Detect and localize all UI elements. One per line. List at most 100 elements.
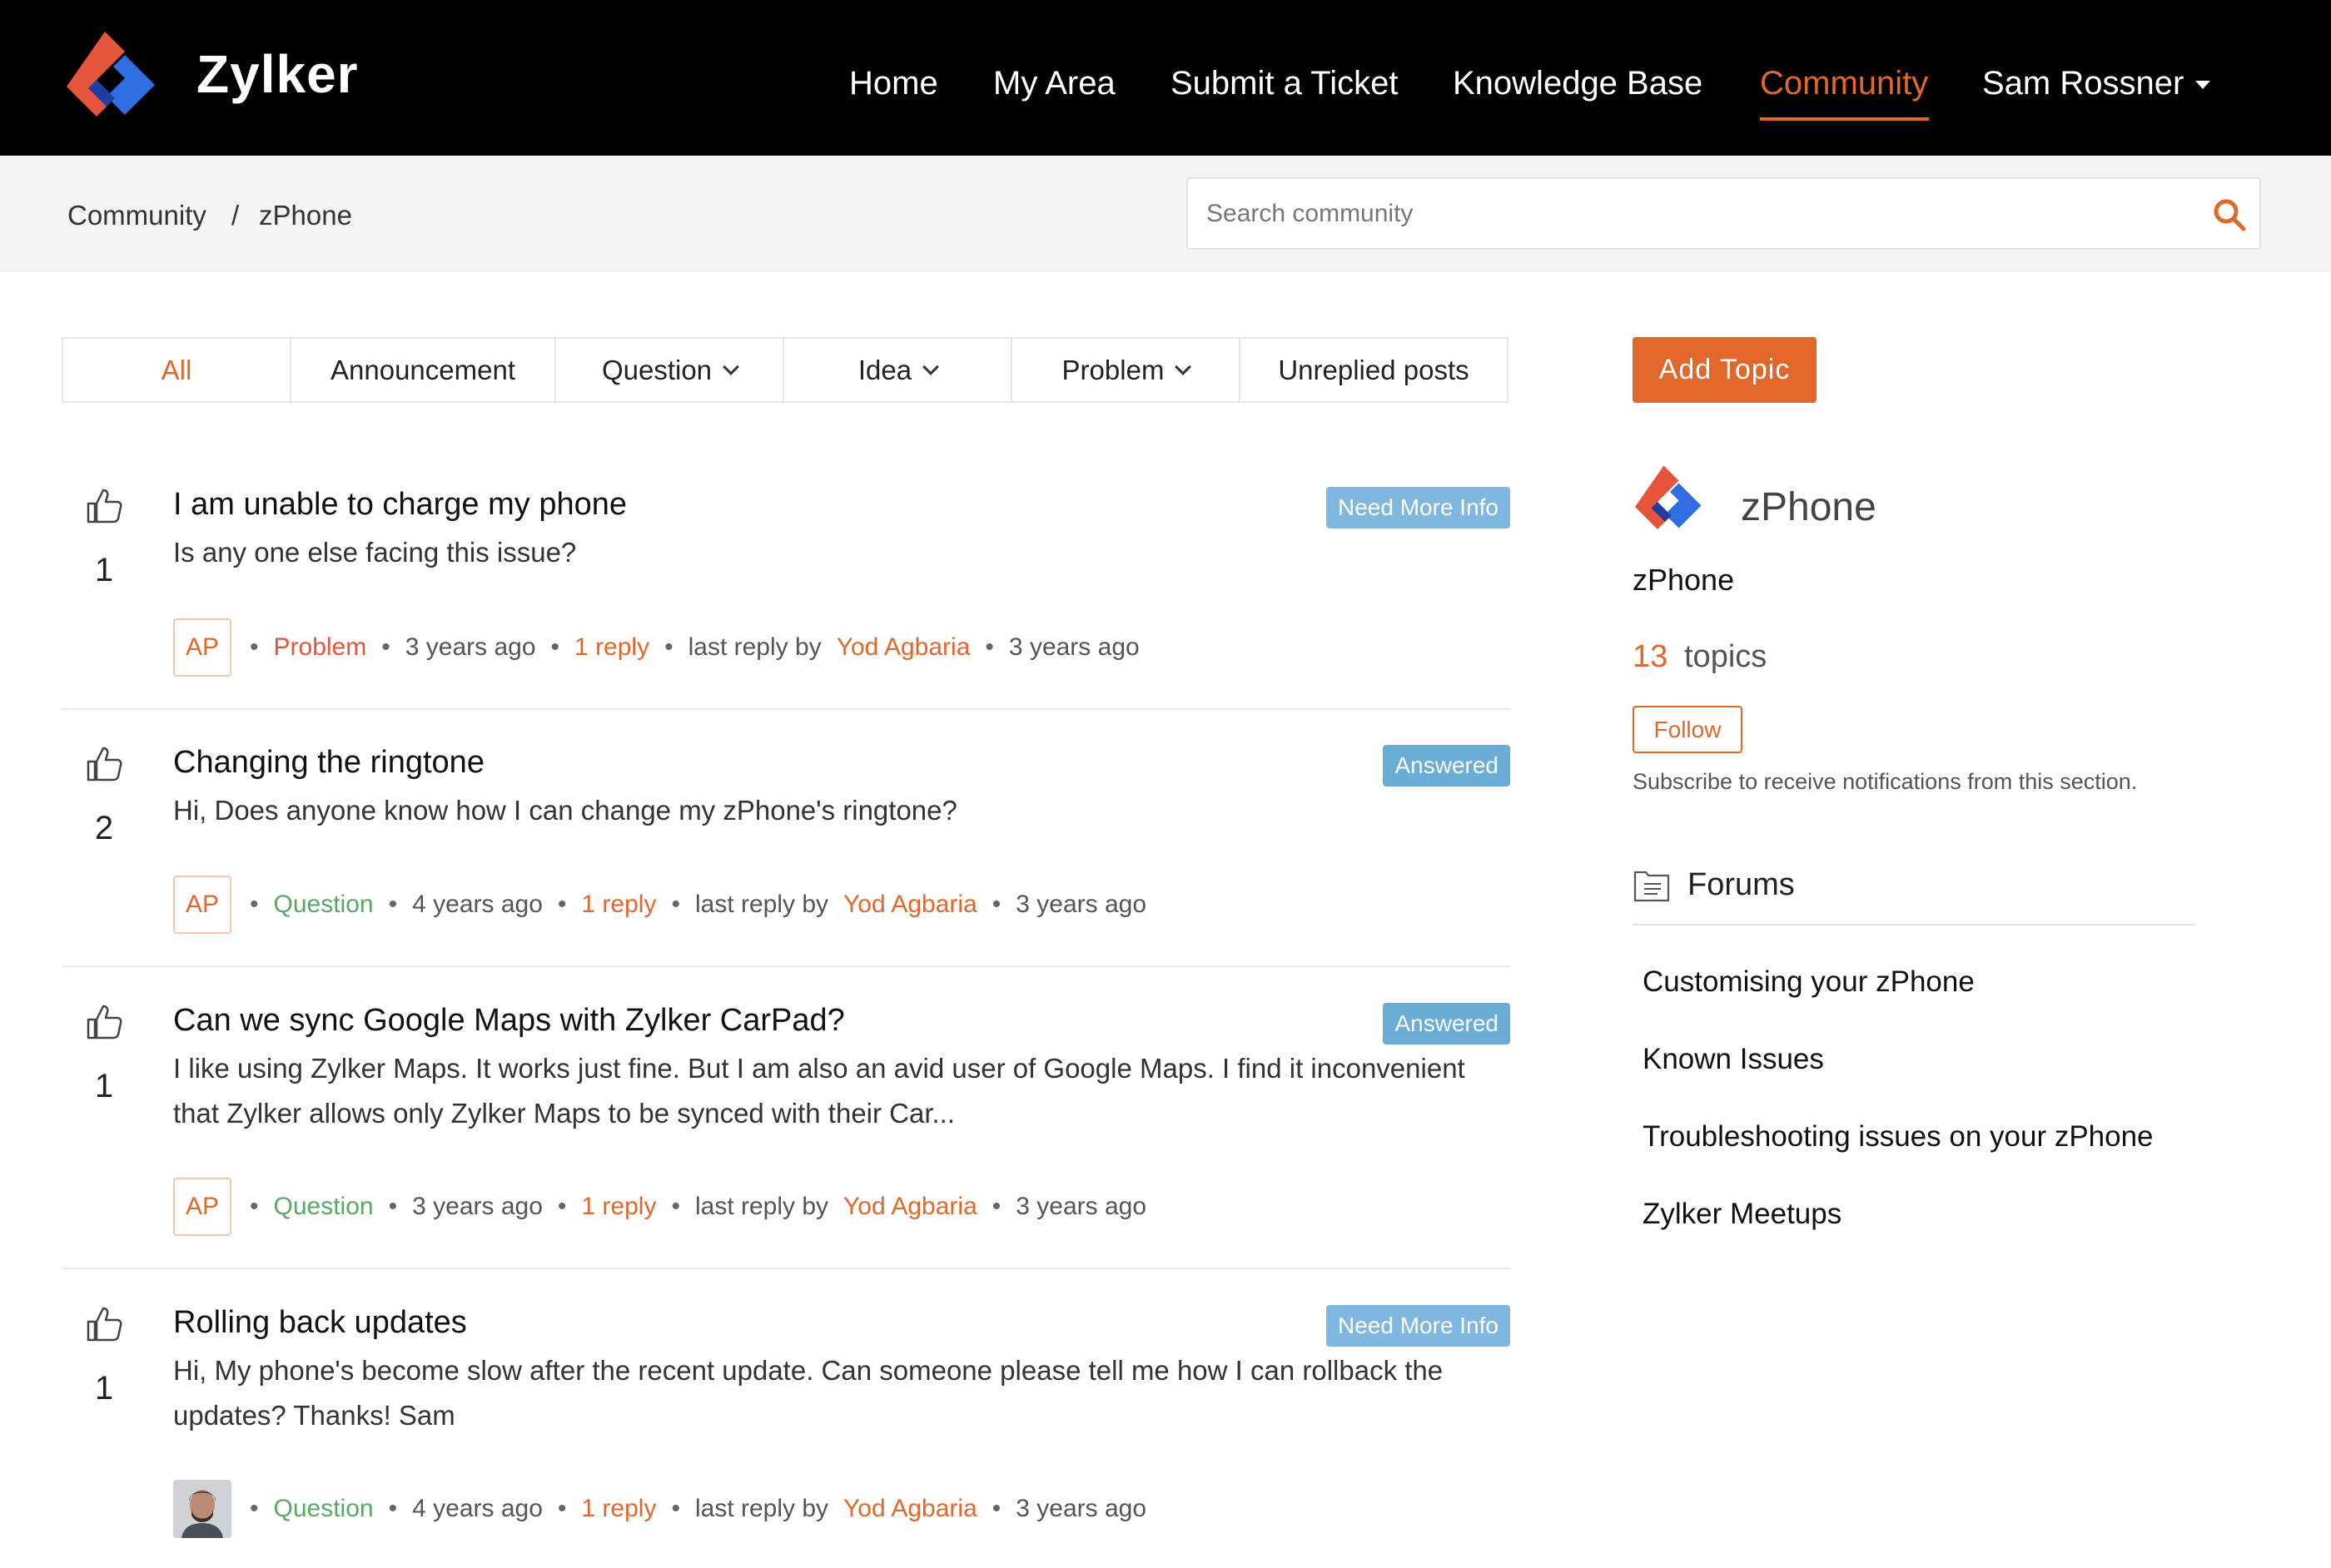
follow-description: Subscribe to receive notifications from … (1633, 769, 2138, 794)
topic-category[interactable]: Question (274, 1193, 374, 1221)
reply-count[interactable]: 1 reply (581, 1193, 656, 1221)
meta-separator: • (250, 633, 259, 661)
topics-label: topics (1684, 639, 1767, 674)
meta-separator: • (985, 633, 994, 661)
last-reply-time: 3 years ago (1016, 1193, 1147, 1220)
active-nav-indicator (1760, 117, 1929, 121)
meta-separator: • (557, 891, 567, 918)
reply-count[interactable]: 1 reply (581, 891, 656, 919)
author-avatar[interactable]: AP (173, 876, 231, 934)
meta-separator: • (550, 633, 560, 661)
forum-logo-icon (1635, 465, 1702, 529)
divider (62, 1268, 1510, 1269)
topic-title[interactable]: Rolling back updates (173, 1305, 467, 1341)
posted-time: 3 years ago (412, 1193, 543, 1220)
topic-meta: AP • Problem • 3 years ago • 1 reply • l… (173, 618, 1155, 677)
brand-name[interactable]: Zylker (196, 43, 359, 105)
status-badge: Answered (1383, 745, 1510, 786)
filter-tabs: All Announcement Question Idea Problem U… (62, 337, 1508, 403)
topic-item: 1 Can we sync Google Maps with Zylker Ca… (62, 1003, 1510, 1244)
last-reply-author[interactable]: Yod Agbaria (837, 633, 971, 662)
chevron-down-icon (1175, 358, 1192, 375)
tab-problem-label: Problem (1061, 354, 1165, 385)
meta-separator: • (250, 891, 259, 918)
topic-excerpt: Hi, Does anyone know how I can change my… (173, 795, 957, 826)
reply-count[interactable]: 1 reply (574, 633, 649, 662)
topic-category[interactable]: Question (274, 1495, 374, 1523)
tab-idea[interactable]: Idea (784, 339, 1012, 401)
divider (62, 708, 1510, 710)
meta-separator: • (671, 1193, 680, 1220)
tab-announcement[interactable]: Announcement (291, 339, 556, 401)
breadcrumb-current: zPhone (259, 200, 352, 231)
status-badge: Answered (1383, 1003, 1510, 1045)
topic-excerpt: Is any one else facing this issue? (173, 537, 577, 568)
meta-separator: • (992, 1495, 1001, 1522)
tab-all[interactable]: All (63, 339, 291, 401)
posted-time: 4 years ago (412, 1495, 543, 1522)
thumbs-up-icon[interactable] (85, 487, 123, 525)
nav-my-area[interactable]: My Area (993, 65, 1116, 102)
zylker-logo[interactable] (63, 25, 170, 128)
nav-knowledge-base[interactable]: Knowledge Base (1453, 65, 1702, 102)
breadcrumb-community[interactable]: Community (67, 200, 206, 231)
tab-question[interactable]: Question (556, 339, 784, 401)
tab-unreplied-posts[interactable]: Unreplied posts (1240, 339, 1507, 401)
search-input[interactable] (1206, 179, 2164, 248)
forum-link-meetups[interactable]: Zylker Meetups (1643, 1198, 1841, 1231)
topic-category[interactable]: Question (274, 891, 374, 919)
tab-problem[interactable]: Problem (1012, 339, 1240, 401)
nav-community[interactable]: Community (1760, 65, 1928, 102)
topic-item: 1 I am unable to charge my phone Need Mo… (62, 487, 1510, 687)
forums-heading: Forums (1687, 867, 1795, 902)
author-avatar[interactable]: AP (173, 618, 231, 677)
meta-separator: • (250, 1193, 259, 1220)
last-reply-label: last reply by (694, 1193, 829, 1220)
search-box (1186, 177, 2261, 250)
topics-count: 13 (1633, 639, 1668, 674)
thumbs-up-icon[interactable] (85, 1305, 123, 1343)
chevron-down-icon (922, 358, 940, 375)
author-avatar[interactable] (173, 1480, 231, 1538)
reply-count[interactable]: 1 reply (581, 1495, 656, 1523)
meta-separator: • (388, 891, 398, 918)
last-reply-label: last reply by (694, 891, 829, 918)
meta-separator: • (388, 1495, 398, 1522)
topic-excerpt: I like using Zylker Maps. It works just … (173, 1053, 1465, 1129)
user-photo-icon (173, 1480, 231, 1538)
last-reply-author[interactable]: Yod Agbaria (843, 1495, 977, 1523)
topic-item: 1 Rolling back updates Need More Info Hi… (62, 1305, 1510, 1546)
forum-link-troubleshooting[interactable]: Troubleshooting issues on your zPhone (1643, 1120, 2154, 1154)
topic-title[interactable]: I am unable to charge my phone (173, 487, 627, 523)
thumbs-up-icon[interactable] (85, 1003, 123, 1041)
nav-home[interactable]: Home (849, 65, 938, 102)
thumbs-up-icon[interactable] (85, 745, 123, 783)
status-badge: Need More Info (1326, 487, 1510, 528)
forum-link-known-issues[interactable]: Known Issues (1643, 1043, 1824, 1076)
follow-button[interactable]: Follow (1633, 706, 1742, 753)
topic-excerpt: Hi, My phone's become slow after the rec… (173, 1355, 1444, 1431)
search-icon[interactable] (2212, 197, 2247, 232)
author-avatar[interactable]: AP (173, 1178, 231, 1236)
nav-submit-ticket[interactable]: Submit a Ticket (1170, 65, 1398, 102)
top-navigation-bar: Zylker Home My Area Submit a Ticket Know… (0, 0, 2331, 156)
posted-time: 4 years ago (412, 891, 543, 918)
status-badge: Need More Info (1326, 1305, 1510, 1347)
add-topic-button[interactable]: Add Topic (1633, 337, 1817, 403)
user-menu[interactable]: Sam Rossner (1982, 65, 2211, 102)
topic-title[interactable]: Can we sync Google Maps with Zylker CarP… (173, 1003, 845, 1039)
last-reply-author[interactable]: Yod Agbaria (843, 1193, 977, 1221)
vote-count: 1 (94, 1068, 114, 1104)
divider (1633, 924, 2195, 925)
last-reply-author[interactable]: Yod Agbaria (843, 891, 977, 919)
meta-separator: • (671, 1495, 680, 1522)
meta-separator: • (388, 1193, 398, 1220)
meta-separator: • (250, 1495, 259, 1522)
forum-link-customising[interactable]: Customising your zPhone (1643, 965, 1975, 999)
tab-idea-label: Idea (857, 354, 912, 385)
meta-separator: • (557, 1495, 567, 1522)
topic-title[interactable]: Changing the ringtone (173, 745, 485, 781)
topic-category[interactable]: Problem (274, 633, 367, 662)
vote-count: 1 (94, 1370, 114, 1407)
topic-meta: • Question • 4 years ago • 1 reply • las… (173, 1480, 1161, 1538)
